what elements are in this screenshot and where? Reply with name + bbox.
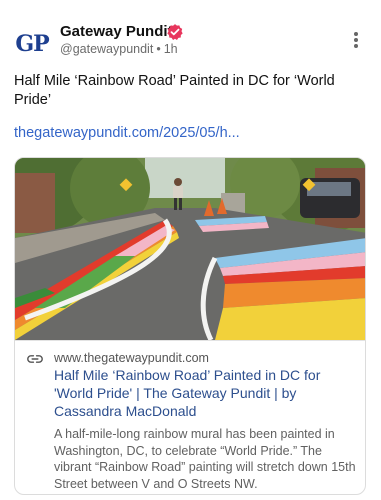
link-icon (27, 355, 43, 363)
author-handle[interactable]: @gatewaypundit (60, 42, 153, 56)
post-time[interactable]: 1h (164, 42, 178, 56)
post-text: Half Mile ‘Rainbow Road’ Painted in DC f… (14, 73, 335, 108)
post-meta: @gatewaypundit • 1h (60, 42, 178, 56)
card-domain: www.thegatewaypundit.com (54, 351, 209, 365)
social-post: GP Gateway Pundit @gatewaypundit • 1h Half… (0, 0, 381, 500)
post-link[interactable]: thegatewaypundit.com/2025/05/h... (14, 125, 240, 141)
card-body[interactable]: www.thegatewaypundit.com Half Mile ‘Rain… (15, 340, 365, 494)
more-options-icon[interactable] (349, 30, 363, 50)
link-preview-card[interactable]: www.thegatewaypundit.com Half Mile ‘Rain… (14, 157, 366, 495)
avatar[interactable]: GP (14, 26, 50, 62)
avatar-logo: GP (15, 31, 49, 57)
card-title[interactable]: Half Mile ‘Rainbow Road’ Painted in DC f… (54, 366, 359, 420)
author-name[interactable]: Gateway Pundit (60, 23, 173, 40)
verified-badge-icon (167, 24, 183, 40)
separator-dot: • (156, 42, 161, 56)
card-description: A half-mile-long rainbow mural has been … (54, 427, 356, 491)
card-image[interactable] (15, 158, 366, 340)
